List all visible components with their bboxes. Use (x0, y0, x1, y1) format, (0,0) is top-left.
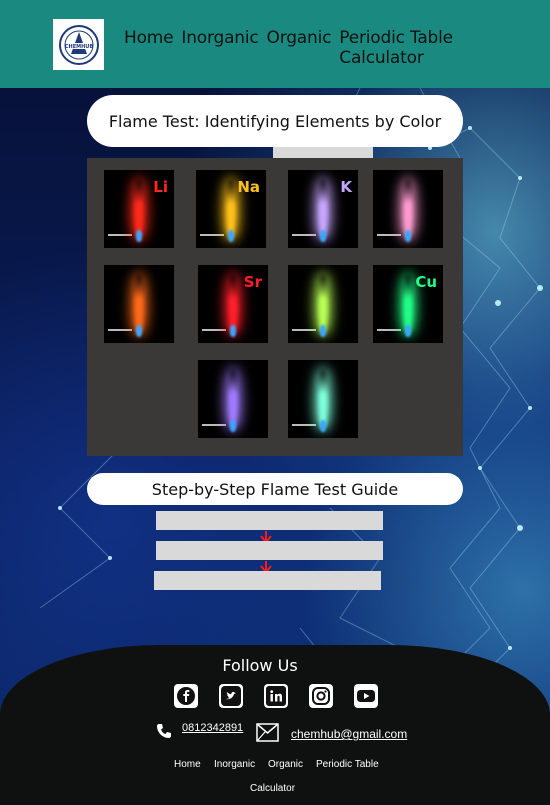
burner-base (136, 325, 142, 337)
title-tab-strip (273, 147, 373, 158)
phone-icon (157, 724, 171, 738)
footer-nav-periodic-table[interactable]: Periodic Table (316, 759, 379, 770)
social-links (174, 684, 399, 708)
loop-wire (292, 424, 316, 426)
loop-wire (202, 424, 226, 426)
nav-periodic-table-calculator[interactable]: Periodic Table Calculator (339, 28, 542, 68)
instagram-icon[interactable] (309, 684, 333, 708)
burner-base (228, 230, 234, 242)
element-symbol: K (340, 178, 352, 196)
footer-nav-home[interactable]: Home (174, 759, 201, 770)
loop-wire (377, 329, 401, 331)
logo-emblem-icon: CHEMHUB (58, 24, 99, 65)
burner-base (136, 230, 142, 242)
svg-text:CHEMHUB: CHEMHUB (64, 44, 92, 50)
nav-inorganic[interactable]: Inorganic (181, 28, 258, 68)
element-symbol: Sr (243, 273, 262, 291)
loop-wire (292, 234, 316, 236)
site-header: CHEMHUB Home Inorganic Organic Periodic … (0, 0, 550, 88)
youtube-icon[interactable] (354, 684, 378, 708)
loop-wire (108, 234, 132, 236)
loop-wire (202, 329, 226, 331)
nav-home[interactable]: Home (124, 28, 174, 68)
loop-wire (377, 234, 401, 236)
loop-wire (200, 234, 224, 236)
footer-nav-inorganic[interactable]: Inorganic (214, 759, 255, 770)
burner-base (320, 420, 326, 432)
guide-step-3[interactable] (154, 571, 381, 590)
flame-test-image (198, 360, 268, 438)
burner-base (320, 325, 326, 337)
footer-nav-calculator[interactable]: Calculator (250, 783, 295, 794)
flame-test-image (288, 265, 358, 343)
flame-test-image (104, 265, 174, 343)
twitter-icon[interactable] (219, 684, 243, 708)
element-symbol: Cu (415, 273, 437, 291)
flame-test-image (288, 360, 358, 438)
burner-base (230, 325, 236, 337)
mail-icon (256, 723, 279, 742)
burner-base (405, 230, 411, 242)
footer-nav-organic[interactable]: Organic (268, 759, 303, 770)
burner-base (320, 230, 326, 242)
follow-us-label: Follow Us (222, 656, 298, 675)
main-nav: Home Inorganic Organic Periodic Table Ca… (124, 28, 550, 68)
nav-organic[interactable]: Organic (267, 28, 332, 68)
email-link[interactable]: chemhub@gmail.com (291, 727, 407, 741)
phone-number-link[interactable]: 0812342891 (182, 722, 243, 734)
flame-gallery: Li Na K Sr Cu (87, 158, 463, 456)
guide-title: Step-by-Step Flame Test Guide (87, 473, 463, 505)
guide-step-1[interactable] (156, 511, 383, 530)
chemhub-logo[interactable]: CHEMHUB (53, 19, 104, 70)
burner-base (230, 420, 236, 432)
facebook-icon[interactable] (174, 684, 198, 708)
element-symbol: Na (237, 178, 260, 196)
guide-step-2[interactable] (156, 541, 383, 560)
loop-wire (108, 329, 132, 331)
loop-wire (292, 329, 316, 331)
flame-test-image (373, 170, 443, 248)
element-symbol: Li (153, 178, 168, 196)
flame-test-image: Li (104, 170, 174, 248)
flame-test-image: Na (196, 170, 266, 248)
linkedin-icon[interactable] (264, 684, 288, 708)
burner-base (405, 325, 411, 337)
flame-test-title: Flame Test: Identifying Elements by Colo… (87, 95, 463, 147)
flame-test-image: Sr (198, 265, 268, 343)
flame-test-image: Cu (373, 265, 443, 343)
flame-test-image: K (288, 170, 358, 248)
